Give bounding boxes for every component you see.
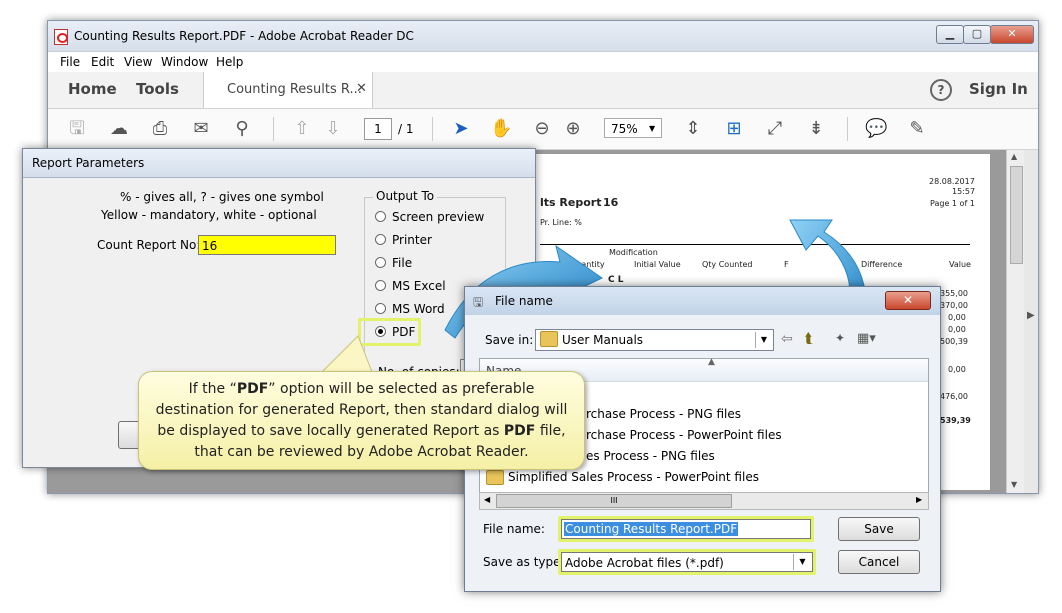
callout-pointer bbox=[320, 335, 373, 373]
explanation-callout: If the “PDF” option will be selected as … bbox=[138, 371, 585, 470]
callout-text: If the “PDF” option will be selected as … bbox=[155, 381, 568, 460]
